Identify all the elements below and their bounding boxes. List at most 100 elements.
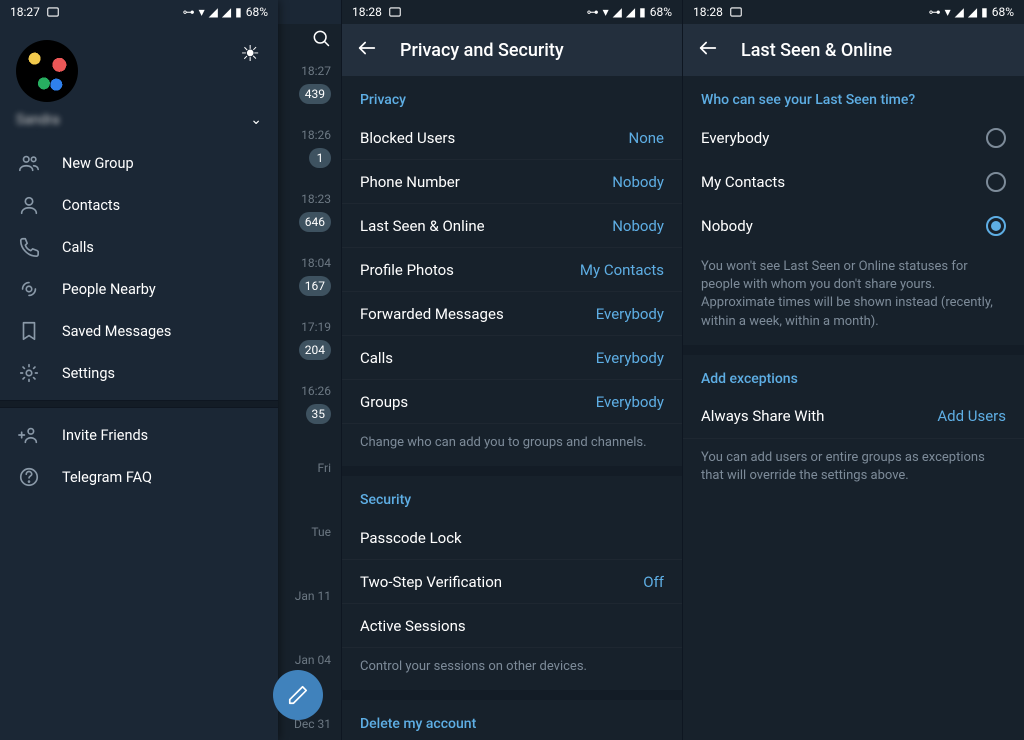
back-button[interactable]: [356, 37, 378, 64]
status-time: 18:28: [352, 5, 382, 19]
row-profile-photos[interactable]: Profile Photos My Contacts: [342, 248, 682, 292]
section-who: Who can see your Last Seen time?: [683, 76, 1024, 116]
chat-time: 18:23: [301, 192, 331, 206]
chat-time: Fri: [318, 461, 331, 475]
chat-row[interactable]: 18:27439: [278, 52, 341, 116]
account-selector[interactable]: Sandra ⌄: [0, 112, 278, 142]
chat-row[interactable]: Fri: [278, 436, 341, 500]
battery-icon: ▮: [235, 5, 242, 19]
section-delete: Delete my account: [342, 700, 682, 740]
chat-row[interactable]: 18:04167: [278, 244, 341, 308]
bookmark-icon: [18, 320, 40, 342]
chat-row[interactable]: Tue: [278, 500, 341, 564]
menu-item-calls[interactable]: Calls: [0, 226, 278, 268]
drawer-header: ☀: [0, 24, 278, 112]
row-label: Last Seen & Online: [360, 217, 485, 235]
row-value: My Contacts: [580, 261, 664, 279]
help-icon: [18, 466, 40, 488]
chat-row[interactable]: 18:23646: [278, 180, 341, 244]
person-icon: [18, 194, 40, 216]
menu-item-label: Saved Messages: [62, 323, 171, 340]
unread-badge: 167: [299, 276, 331, 296]
row-blocked-users[interactable]: Blocked Users None: [342, 116, 682, 160]
signal-icon: ◢: [613, 5, 622, 19]
chat-row[interactable]: 18:261: [278, 116, 341, 180]
exceptions-desc: You can add users or entire groups as ex…: [683, 439, 1024, 499]
status-bar: 18:28 ⊶ ▾ ◢ ◢ ▮ 68%: [683, 0, 1024, 24]
section-gap: [342, 690, 682, 700]
row-phone-number[interactable]: Phone NumberNobody: [342, 160, 682, 204]
back-button[interactable]: [697, 37, 719, 64]
wifi-icon: ▾: [945, 5, 951, 19]
menu-item-label: New Group: [62, 155, 134, 172]
row-forwarded-messages[interactable]: Forwarded MessagesEverybody: [342, 292, 682, 336]
radio-indicator: [986, 128, 1006, 148]
row-value: Everybody: [596, 305, 664, 323]
menu-item-contacts[interactable]: Contacts: [0, 184, 278, 226]
menu-item-label: People Nearby: [62, 281, 156, 298]
page-title: Last Seen & Online: [741, 40, 892, 61]
row-value: None: [629, 129, 665, 147]
chat-time: 18:26: [301, 128, 331, 142]
row-groups[interactable]: GroupsEverybody: [342, 380, 682, 424]
unread-badge: 204: [299, 340, 331, 360]
phone-icon: [18, 236, 40, 258]
nearby-icon: [18, 278, 40, 300]
row-last-seen-online[interactable]: Last Seen & OnlineNobody: [342, 204, 682, 248]
compose-fab[interactable]: [273, 670, 323, 720]
menu-item-label: Settings: [62, 365, 115, 382]
menu-item-invite-friends[interactable]: Invite Friends: [0, 414, 278, 456]
menu-item-telegram-faq[interactable]: Telegram FAQ: [0, 456, 278, 498]
chat-time: Jan 11: [295, 589, 331, 603]
radio-nobody[interactable]: Nobody: [683, 204, 1024, 248]
chat-time: Tue: [311, 525, 331, 539]
page-title: Privacy and Security: [400, 40, 564, 61]
privacy-desc: Change who can add you to groups and cha…: [342, 424, 682, 466]
signal-icon: ◢: [209, 5, 218, 19]
chat-row[interactable]: 17:19204: [278, 308, 341, 372]
chat-row[interactable]: 16:2635: [278, 372, 341, 436]
menu-item-saved-messages[interactable]: Saved Messages: [0, 310, 278, 352]
vpn-icon: ⊶: [183, 5, 195, 19]
menu-item-label: Calls: [62, 239, 94, 256]
row-calls[interactable]: Calls Everybody: [342, 336, 682, 380]
menu-item-new-group[interactable]: New Group: [0, 142, 278, 184]
row-value: Everybody: [596, 349, 664, 367]
row-label: Always Share With: [701, 407, 824, 425]
row-always-share[interactable]: Always Share With Add Users: [683, 395, 1024, 439]
section-privacy: Privacy: [342, 76, 682, 116]
menu-item-settings[interactable]: Settings: [0, 352, 278, 394]
radio-my-contacts[interactable]: My Contacts: [683, 160, 1024, 204]
row-active-sessions[interactable]: Active Sessions: [342, 604, 682, 648]
row-label: Blocked Users: [360, 129, 455, 147]
radio-everybody[interactable]: Everybody: [683, 116, 1024, 160]
wifi-icon: ▾: [199, 5, 205, 19]
row-two-step-verification[interactable]: Two-Step VerificationOff: [342, 560, 682, 604]
signal-icon-2: ◢: [968, 5, 977, 19]
pencil-icon: [287, 684, 309, 706]
chat-row[interactable]: Jan 11: [278, 564, 341, 628]
username: Sandra: [16, 112, 60, 128]
invite-icon: [18, 424, 40, 446]
battery-icon: ▮: [639, 5, 646, 19]
vpn-icon: ⊶: [587, 5, 599, 19]
row-label: Passcode Lock: [360, 529, 462, 547]
arrow-left-icon: [356, 37, 378, 59]
row-label: Profile Photos: [360, 261, 454, 279]
menu-item-label: Invite Friends: [62, 427, 148, 444]
unread-badge: 439: [299, 84, 331, 104]
menu-separator: [0, 400, 278, 408]
status-time: 18:27: [10, 5, 40, 19]
theme-toggle-icon[interactable]: ☀: [240, 42, 260, 67]
chevron-down-icon: ⌄: [250, 112, 262, 128]
radio-indicator: [986, 216, 1006, 236]
search-icon[interactable]: [311, 28, 331, 48]
battery-text: 68%: [650, 5, 672, 19]
status-bar: 18:27 ⊶ ▾ ◢ ◢ ▮ 68%: [0, 0, 278, 24]
row-passcode-lock[interactable]: Passcode Lock: [342, 516, 682, 560]
avatar[interactable]: [16, 40, 78, 102]
menu-item-people-nearby[interactable]: People Nearby: [0, 268, 278, 310]
security-desc: Control your sessions on other devices.: [342, 648, 682, 690]
radio-label: My Contacts: [701, 173, 785, 191]
row-label: Calls: [360, 349, 393, 367]
